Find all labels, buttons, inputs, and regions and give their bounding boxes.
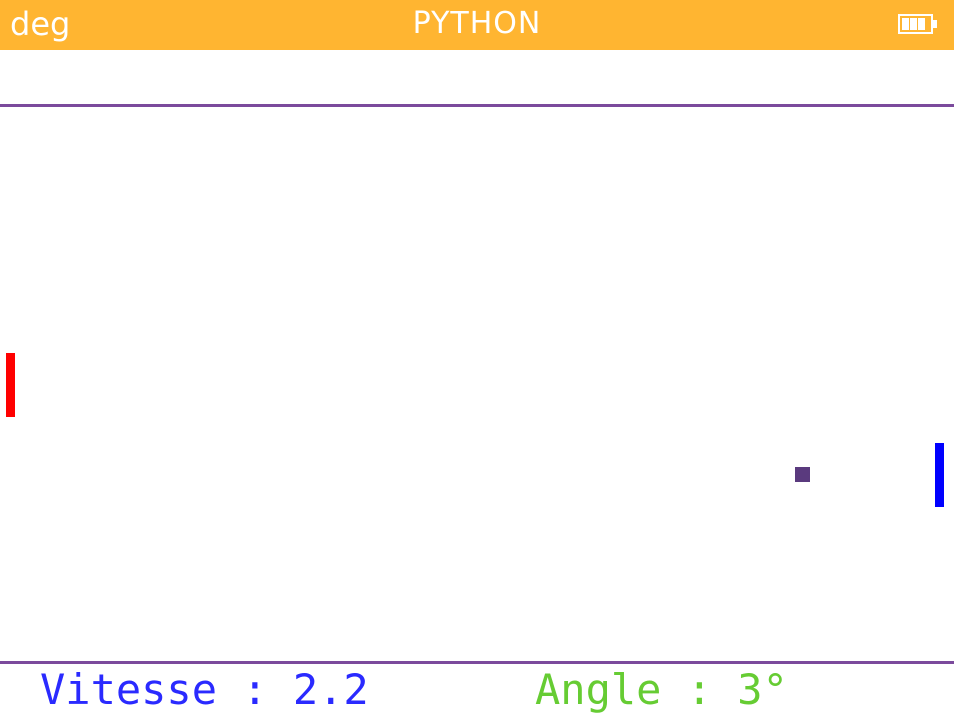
left-paddle xyxy=(6,353,15,417)
status-bar: deg PYTHON xyxy=(0,0,954,50)
app-title: PYTHON xyxy=(412,6,542,41)
angle-readout: Angle : 3° xyxy=(535,665,788,714)
battery-icon xyxy=(898,13,938,35)
speed-readout: Vitesse : 2.2 xyxy=(40,665,369,714)
right-paddle xyxy=(935,443,944,507)
playfield xyxy=(0,107,954,661)
blank-band xyxy=(0,50,954,104)
ball xyxy=(795,467,810,482)
